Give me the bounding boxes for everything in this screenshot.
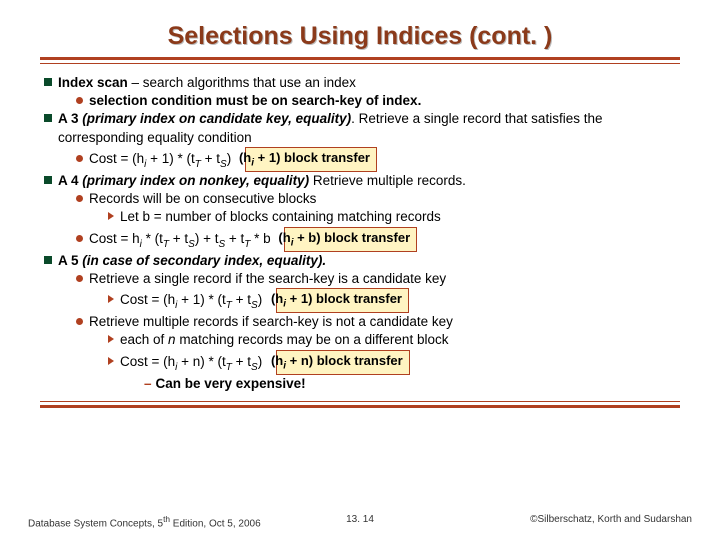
- a5-badge1: (hi + 1) block transfer: [276, 288, 409, 313]
- a5-badge2: (hi + n) block transfer: [276, 350, 410, 375]
- a5-cost2: Cost = (hi + n) * (tT + tS) (hi + n) blo…: [108, 350, 690, 375]
- triangle-bullet-icon: [108, 212, 114, 220]
- dot-bullet-icon: [76, 275, 83, 282]
- page-title: Selections Using Indices (cont. ): [0, 0, 720, 57]
- square-bullet-icon: [44, 176, 52, 184]
- a4-cost-line: Cost = hi * (tT + tS) + tS + tT * b (hi …: [76, 227, 690, 252]
- sub-selection-condition: selection condition must be on search-ke…: [76, 92, 690, 110]
- dot-bullet-icon: [76, 97, 83, 104]
- bullet-a3: A 3 (primary index on candidate key, equ…: [44, 110, 690, 146]
- footer-left: Database System Concepts, 5th Edition, O…: [28, 514, 261, 529]
- triangle-bullet-icon: [108, 357, 114, 365]
- square-bullet-icon: [44, 114, 52, 122]
- a5-cost1: Cost = (hi + 1) * (tT + tS) (hi + 1) blo…: [108, 288, 690, 313]
- bullet-a4: A 4 (primary index on nonkey, equality) …: [44, 172, 690, 190]
- a4-records: Records will be on consecutive blocks: [76, 190, 690, 208]
- triangle-bullet-icon: [108, 335, 114, 343]
- dot-bullet-icon: [76, 235, 83, 242]
- a3-badge: (hi + 1) block transfer: [245, 147, 377, 172]
- a4-badge: (hi + b) block transfer: [284, 227, 417, 252]
- bottom-divider: [40, 401, 680, 408]
- triangle-bullet-icon: [108, 295, 114, 303]
- footer-right: ©Silberschatz, Korth and Sudarshan: [530, 514, 692, 525]
- dot-bullet-icon: [76, 155, 83, 162]
- bullet-a5: A 5 (in case of secondary index, equalit…: [44, 252, 690, 270]
- dash-bullet-icon: –: [144, 376, 152, 391]
- a5-each-n: each of n matching records may be on a d…: [108, 331, 690, 349]
- dot-bullet-icon: [76, 195, 83, 202]
- bullet-index-scan: Index scan – search algorithms that use …: [44, 74, 690, 92]
- square-bullet-icon: [44, 78, 52, 86]
- a5-single: Retrieve a single record if the search-k…: [76, 270, 690, 288]
- a3-cost-line: Cost = (hi + 1) * (tT + tS) (hi + 1) blo…: [76, 147, 690, 172]
- top-divider: [40, 57, 680, 64]
- a5-multi: Retrieve multiple records if search-key …: [76, 313, 690, 331]
- footer-center: 13. 14: [346, 514, 374, 525]
- slide-body: Index scan – search algorithms that use …: [30, 74, 690, 393]
- a5-expensive: –Can be very expensive!: [140, 375, 690, 393]
- a4-let-b: Let b = number of blocks containing matc…: [108, 208, 690, 226]
- dot-bullet-icon: [76, 318, 83, 325]
- square-bullet-icon: [44, 256, 52, 264]
